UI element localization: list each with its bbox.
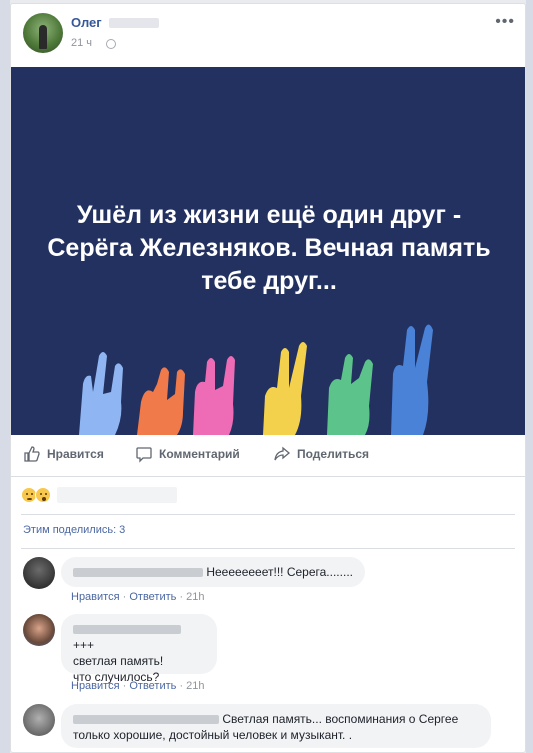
commenter-avatar[interactable] xyxy=(23,704,55,736)
thumbs-up-icon xyxy=(24,446,40,462)
comment-meta: Нравится · Ответить · 21h xyxy=(71,591,205,603)
comment-time[interactable]: 21h xyxy=(186,591,204,603)
divider xyxy=(21,548,515,549)
comment-button-label: Комментарий xyxy=(159,447,240,461)
more-options-icon[interactable]: ••• xyxy=(495,13,515,31)
author-surname-redacted xyxy=(109,18,159,28)
commenter-avatar[interactable] xyxy=(23,614,55,646)
like-button[interactable]: Нравится xyxy=(23,445,104,463)
comment-time[interactable]: 21h xyxy=(186,680,204,692)
post-actions-bar: Нравится Комментарий Поделиться xyxy=(11,435,525,477)
commenter-name-redacted xyxy=(73,625,181,635)
post-image[interactable]: Ушёл из жизни ещё один друг - Серёга Жел… xyxy=(11,67,525,435)
reactions-summary[interactable] xyxy=(21,484,177,506)
comment-bubble: +++ светлая память! что случилось? xyxy=(61,614,217,684)
shares-count[interactable]: Этим поделились: 3 xyxy=(23,524,125,536)
comment-reply-link[interactable]: Ответить xyxy=(129,680,176,692)
share-icon xyxy=(274,446,291,461)
comment-text-line1: Светлая память... воспоминания о Сергее xyxy=(222,712,459,726)
comment-text-line2: только хорошие, достойный человек и музы… xyxy=(73,728,353,742)
hands-illustration xyxy=(79,324,433,435)
comment-text-line1: +++ xyxy=(73,638,95,652)
comment-icon xyxy=(136,447,152,463)
post-card: Олег 21 ч ••• Ушёл из жизни ещё один дру… xyxy=(10,3,526,753)
commenter-name-redacted xyxy=(73,568,203,578)
wow-reaction-icon xyxy=(35,487,51,503)
page-background-right xyxy=(526,0,533,753)
like-button-label: Нравится xyxy=(47,447,104,461)
page-background-left xyxy=(0,0,10,753)
comment-reply-link[interactable]: Ответить xyxy=(129,591,176,603)
comment-like-link[interactable]: Нравится xyxy=(71,680,120,692)
globe-icon xyxy=(106,39,116,49)
share-button[interactable]: Поделиться xyxy=(273,445,369,463)
author-avatar[interactable] xyxy=(23,13,63,53)
reactors-redacted xyxy=(57,487,177,503)
post-timestamp[interactable]: 21 ч xyxy=(71,37,92,49)
comment-meta: Нравится · Ответить · 21h xyxy=(71,680,205,692)
post-image-text: Ушёл из жизни ещё один друг - Серёга Жел… xyxy=(47,201,491,295)
commenter-avatar[interactable] xyxy=(23,557,55,589)
share-button-label: Поделиться xyxy=(297,447,370,461)
comment-text-line2: светлая память! xyxy=(73,654,164,668)
comment-button[interactable]: Комментарий xyxy=(135,445,240,463)
author-name[interactable]: Олег xyxy=(71,15,102,30)
comment-bubble: Светлая память... воспоминания о Сергее … xyxy=(61,704,491,748)
divider xyxy=(21,514,515,515)
comment-like-link[interactable]: Нравится xyxy=(71,591,120,603)
comment-text: Неееееееет!!! Серега........ xyxy=(206,565,353,579)
comment-bubble: Неееееееет!!! Серега........ xyxy=(61,557,365,587)
commenter-name-redacted xyxy=(73,715,219,725)
